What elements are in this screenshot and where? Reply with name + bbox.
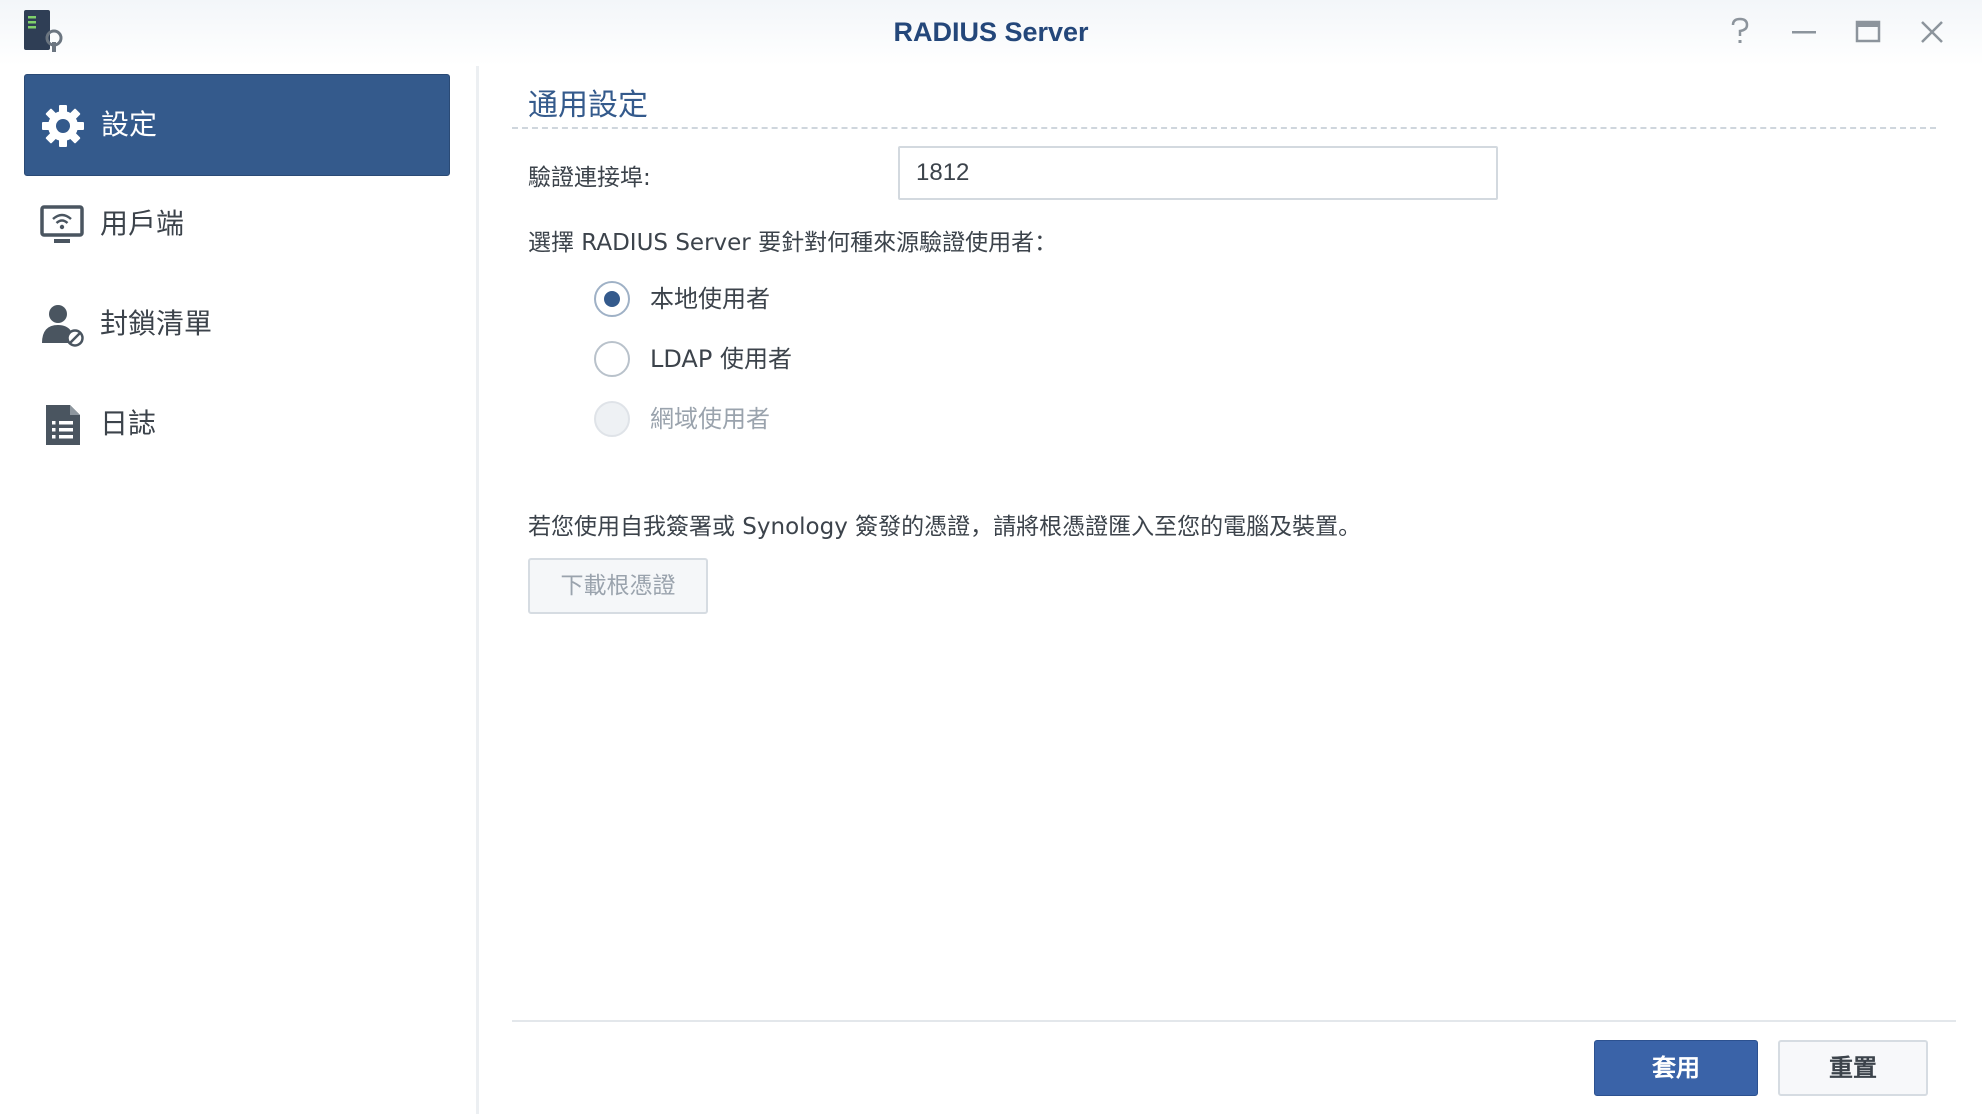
log-document-icon [40,403,84,447]
radio-button[interactable] [594,281,630,317]
radio-label: LDAP 使用者 [650,345,792,373]
sidebar-item-clients[interactable]: 用戶端 [24,174,448,274]
sidebar-item-blocklist[interactable]: 封鎖清單 [24,274,448,374]
blocked-user-icon [40,303,84,347]
sidebar-separator [476,66,479,1114]
sidebar-item-log[interactable]: 日誌 [24,374,448,474]
radio-label: 網域使用者 [650,405,770,433]
footer-divider [512,1020,1956,1022]
source-question: 選擇 RADIUS Server 要針對何種來源驗證使用者： [528,230,1058,256]
port-input[interactable] [898,146,1498,200]
radio-button [594,401,630,437]
sidebar-item-label: 用戶端 [100,207,185,240]
sidebar-item-label: 日誌 [100,407,157,440]
sidebar-item-label: 設定 [101,108,158,141]
download-root-cert-button: 下載根憑證 [528,558,708,614]
apply-button[interactable]: 套用 [1594,1040,1758,1096]
port-label: 驗證連接埠: [528,165,651,191]
reset-button[interactable]: 重置 [1778,1040,1928,1096]
close-icon[interactable] [1914,14,1950,50]
help-icon[interactable] [1722,14,1758,50]
section-divider [512,127,1936,129]
wifi-monitor-icon [40,203,84,247]
maximize-icon[interactable] [1850,14,1886,50]
sidebar-item-settings[interactable]: 設定 [24,74,450,176]
sidebar-item-label: 封鎖清單 [100,307,213,340]
radio-label: 本地使用者 [650,285,770,313]
minimize-icon[interactable] [1786,14,1822,50]
sidebar: 設定 用戶端 封鎖清單 日誌 [0,66,476,1114]
radio-button[interactable] [594,341,630,377]
gear-icon [41,104,85,148]
certificate-note: 若您使用自我簽署或 Synology 簽發的憑證，請將根憑證匯入至您的電腦及裝置… [528,514,1362,540]
section-title: 通用設定 [528,88,648,123]
window-title: RADIUS Server [893,17,1089,47]
